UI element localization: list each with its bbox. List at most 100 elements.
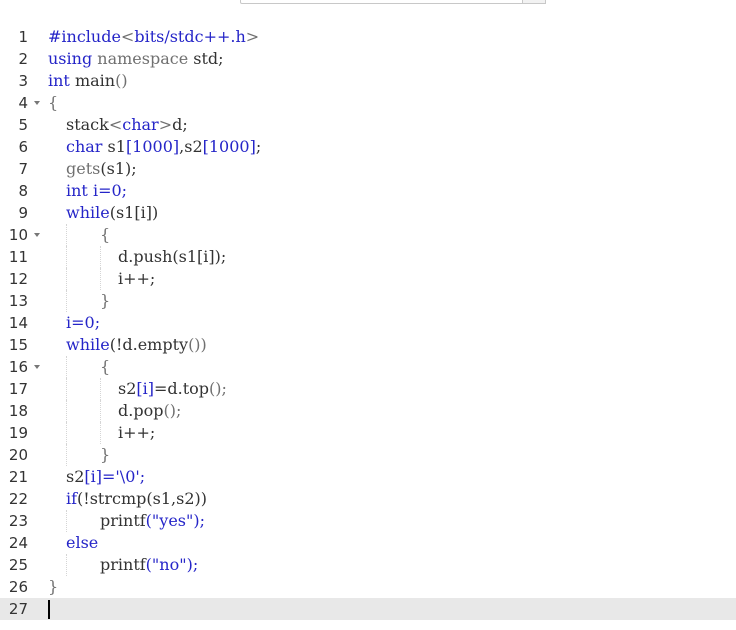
line-code: printf("no");	[100, 554, 198, 576]
line-gutter: 26	[0, 576, 40, 598]
code-line[interactable]: 14 i=0;	[0, 312, 736, 334]
line-gutter: 10	[0, 224, 40, 246]
indent-guide	[66, 444, 67, 466]
code-line[interactable]: 11 d.push(s1[i]);	[0, 246, 736, 268]
line-code: char s1[1000],s2[1000];	[66, 136, 261, 158]
line-number: 19	[8, 424, 28, 442]
top-input-field[interactable]	[240, 0, 546, 4]
line-number: 7	[18, 160, 28, 178]
line-number: 1	[18, 28, 28, 46]
line-number: 24	[8, 534, 28, 552]
line-gutter: 16	[0, 356, 40, 378]
code-line[interactable]: 2 using namespace std;	[0, 48, 736, 70]
code-token: (s1[i])	[109, 203, 159, 222]
code-token: stack	[66, 115, 109, 134]
code-token: gets	[66, 159, 101, 178]
top-input-button[interactable]	[522, 0, 546, 4]
line-code: i=0;	[66, 312, 100, 334]
indent-guide	[100, 268, 101, 290]
line-code: using namespace std;	[48, 48, 224, 70]
line-gutter: 11	[0, 246, 40, 268]
code-line[interactable]: 26}	[0, 576, 736, 598]
line-code: i++;	[118, 268, 155, 290]
line-number: 16	[8, 358, 28, 376]
line-gutter: 4	[0, 92, 40, 114]
line-number: 26	[8, 578, 28, 596]
code-token: char	[66, 137, 103, 156]
text-cursor	[48, 600, 50, 619]
code-token: ())	[188, 335, 207, 354]
code-token: (s1[i]);	[172, 247, 227, 266]
indent-guide	[100, 422, 101, 444]
code-line[interactable]: 9 while(s1[i])	[0, 202, 736, 224]
code-token: ();	[209, 379, 227, 398]
line-code: }	[100, 444, 110, 466]
code-token: ;	[255, 137, 262, 156]
code-token: int	[48, 71, 70, 90]
line-code: while(s1[i])	[66, 202, 158, 224]
code-token: (!d.empty	[109, 335, 189, 354]
code-line[interactable]: 4{	[0, 92, 736, 114]
indent-guide	[66, 246, 67, 268]
code-line[interactable]: 21 s2[i]='\0';	[0, 466, 736, 488]
code-line[interactable]: 7 gets(s1);	[0, 158, 736, 180]
code-line[interactable]: 1 #include<bits/stdc++.h>	[0, 26, 736, 48]
code-token: <	[120, 27, 135, 46]
code-line[interactable]: 8 int i=0;	[0, 180, 736, 202]
code-token: d;	[172, 115, 188, 134]
line-code: d.push(s1[i]);	[118, 246, 226, 268]
code-token: i=0;	[87, 181, 128, 200]
code-editor[interactable]: 1 #include<bits/stdc++.h> 2 using namespace…	[0, 26, 736, 630]
line-code: {	[100, 356, 110, 378]
line-number: 8	[18, 182, 28, 200]
line-number: 15	[8, 336, 28, 354]
code-token: {	[48, 93, 59, 112]
code-line[interactable]: 13}	[0, 290, 736, 312]
fold-arrow-icon[interactable]	[34, 233, 40, 237]
code-line[interactable]: 18 d.pop();	[0, 400, 736, 422]
fold-arrow-icon[interactable]	[34, 365, 40, 369]
code-line[interactable]: 3 int main()	[0, 70, 736, 92]
line-gutter: 21	[0, 466, 40, 488]
code-token: (s1,s2))	[146, 489, 207, 508]
code-line[interactable]: 19 i++;	[0, 422, 736, 444]
line-gutter: 2	[0, 48, 40, 70]
code-line[interactable]: 20}	[0, 444, 736, 466]
line-gutter: 19	[0, 422, 40, 444]
line-gutter: 6	[0, 136, 40, 158]
code-token: std;	[188, 49, 224, 68]
code-line[interactable]: 5 stack<char>d;	[0, 114, 736, 136]
code-token: ();	[163, 401, 182, 420]
line-number: 4	[18, 94, 28, 112]
line-gutter: 7	[0, 158, 40, 180]
line-gutter: 15	[0, 334, 40, 356]
line-code: stack<char>d;	[66, 114, 188, 136]
code-line[interactable]: 24 else	[0, 532, 736, 554]
code-line[interactable]: 25 printf("no");	[0, 554, 736, 576]
line-number: 13	[8, 292, 28, 310]
code-line[interactable]: 10 {	[0, 224, 736, 246]
line-number: 14	[8, 314, 28, 332]
code-token: printf	[100, 555, 146, 574]
code-token: using	[48, 49, 93, 68]
code-line[interactable]: 16 {	[0, 356, 736, 378]
code-line[interactable]: 22 if(!strcmp(s1,s2))	[0, 488, 736, 510]
indent-guide	[100, 400, 101, 422]
code-line[interactable]: 23 printf("yes");	[0, 510, 736, 532]
line-code: printf("yes");	[100, 510, 205, 532]
code-line[interactable]: 6 char s1[1000],s2[1000];	[0, 136, 736, 158]
line-gutter: 24	[0, 532, 40, 554]
line-gutter: 14	[0, 312, 40, 334]
code-token: }	[100, 291, 111, 310]
fold-arrow-icon[interactable]	[34, 101, 40, 105]
code-line[interactable]: 15 while(!d.empty())	[0, 334, 736, 356]
line-gutter: 20	[0, 444, 40, 466]
code-line[interactable]: 27	[0, 598, 736, 620]
code-token: ='\0';	[102, 467, 146, 486]
code-line[interactable]: 12 i++;	[0, 268, 736, 290]
code-token: s1	[102, 137, 126, 156]
code-token: }	[100, 445, 111, 464]
code-token: {	[100, 357, 111, 376]
code-line[interactable]: 17 s2[i]=d.top();	[0, 378, 736, 400]
line-gutter: 25	[0, 554, 40, 576]
